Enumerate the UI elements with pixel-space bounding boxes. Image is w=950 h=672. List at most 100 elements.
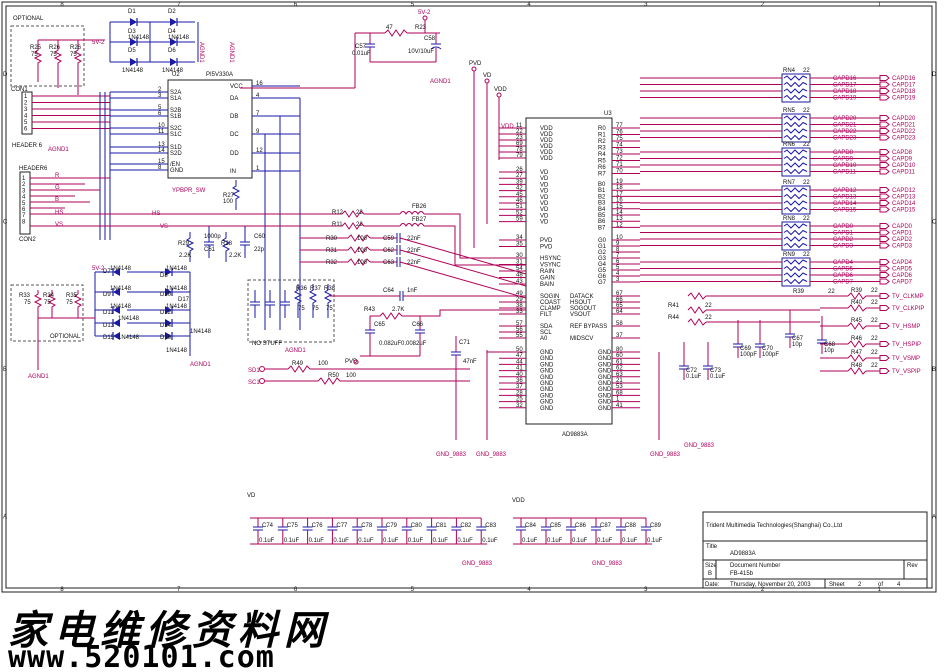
svg-text:Sheet: Sheet bbox=[829, 582, 845, 588]
zone-col-mark: 7 bbox=[177, 2, 181, 8]
svg-text:OPTIONAL: OPTIONAL bbox=[50, 334, 81, 340]
zone-row-mark: B bbox=[3, 367, 7, 373]
svg-text:C65: C65 bbox=[374, 322, 386, 328]
svg-text:C83: C83 bbox=[485, 523, 497, 529]
svg-text:GND_9883: GND_9883 bbox=[684, 443, 715, 449]
svg-text:0.1uF: 0.1uF bbox=[259, 538, 275, 544]
svg-text:Document Number: Document Number bbox=[730, 563, 780, 569]
svg-text:75: 75 bbox=[50, 52, 57, 58]
svg-text:SC1: SC1 bbox=[248, 380, 260, 386]
svg-text:GND: GND bbox=[540, 362, 554, 368]
capacitor-nostuff bbox=[280, 290, 290, 318]
sheet-title: AD9883A bbox=[730, 551, 756, 557]
svg-text:D13: D13 bbox=[103, 323, 115, 329]
svg-text:SD1: SD1 bbox=[248, 368, 260, 374]
svg-text:100: 100 bbox=[357, 236, 368, 242]
svg-text:AGND1: AGND1 bbox=[285, 348, 306, 354]
svg-text:C66: C66 bbox=[412, 322, 424, 328]
watermark-url: www.520101.com bbox=[8, 640, 275, 672]
sync-output: R48 22 TV_VSPIP bbox=[820, 363, 921, 375]
capacitor: C70100pF bbox=[755, 320, 779, 358]
resistor-r33: R3375 bbox=[19, 290, 43, 318]
sync-output: R39 22 TV_CLKMP bbox=[820, 288, 924, 300]
svg-text:CAPD22: CAPD22 bbox=[892, 129, 916, 135]
svg-text:VDD: VDD bbox=[512, 498, 525, 504]
svg-text:75: 75 bbox=[312, 306, 319, 312]
svg-text:10p: 10p bbox=[792, 342, 803, 348]
decoupling-capacitor: C88 0.1uF bbox=[616, 518, 638, 544]
svg-text:CAPD8: CAPD8 bbox=[892, 150, 913, 156]
svg-text:CAPD13: CAPD13 bbox=[892, 195, 916, 201]
svg-text:22: 22 bbox=[705, 315, 712, 321]
svg-text:C63: C63 bbox=[383, 260, 395, 266]
svg-text:R39: R39 bbox=[793, 289, 805, 295]
svg-text:HS: HS bbox=[55, 210, 63, 216]
svg-text:R0: R0 bbox=[598, 126, 606, 132]
svg-text:AGND1: AGND1 bbox=[228, 42, 234, 63]
zone-row-mark: A bbox=[932, 514, 936, 520]
svg-text:D8: D8 bbox=[160, 273, 168, 279]
svg-text:B6: B6 bbox=[598, 219, 606, 225]
svg-text:VDD: VDD bbox=[494, 87, 507, 93]
svg-text:22nF: 22nF bbox=[407, 260, 421, 266]
svg-text:22: 22 bbox=[803, 68, 810, 74]
svg-text:0.1uF: 0.1uF bbox=[686, 374, 702, 380]
i2c-sda-net: SD1 R49 100 bbox=[248, 361, 470, 374]
svg-text:0.1uF: 0.1uF bbox=[309, 538, 325, 544]
svg-text:0.1uF: 0.1uF bbox=[572, 538, 588, 544]
svg-text:CAPD16: CAPD16 bbox=[833, 76, 857, 82]
svg-text:VSOUT: VSOUT bbox=[570, 312, 591, 318]
capacitor-c60: C60 22p bbox=[240, 226, 266, 258]
svg-text:FB26: FB26 bbox=[412, 204, 427, 210]
svg-text:RAIN: RAIN bbox=[540, 269, 554, 275]
zone-row-mark: D bbox=[3, 72, 8, 78]
svg-text:CAPD18: CAPD18 bbox=[892, 89, 916, 95]
svg-text:VD: VD bbox=[540, 213, 549, 219]
svg-text:VD: VD bbox=[540, 170, 549, 176]
svg-text:RN8: RN8 bbox=[783, 216, 796, 222]
svg-text:22nF: 22nF bbox=[407, 236, 421, 242]
svg-text:GND: GND bbox=[540, 393, 554, 399]
svg-text:0.1uF: 0.1uF bbox=[522, 538, 538, 544]
svg-text:DB: DB bbox=[230, 114, 238, 120]
svg-text:of: of bbox=[878, 582, 883, 588]
svg-text:C87: C87 bbox=[600, 523, 612, 529]
svg-text:D2: D2 bbox=[168, 9, 176, 15]
svg-text:D11: D11 bbox=[103, 310, 114, 316]
ferrite-fb27: FB27 bbox=[399, 217, 427, 227]
svg-text:AD9883A: AD9883A bbox=[562, 432, 588, 438]
output-data-section: RN4 22CAPD16 CAPD16CAPD17 CAPD17CAPD18 CAPD1… bbox=[640, 68, 924, 458]
i2c-scl-net: SC1 R50 100 bbox=[248, 373, 470, 386]
svg-text:0.1uF: 0.1uF bbox=[647, 538, 663, 544]
svg-text:CAPD14: CAPD14 bbox=[892, 201, 916, 207]
svg-text:22: 22 bbox=[803, 216, 810, 222]
svg-text:R49: R49 bbox=[292, 361, 304, 367]
svg-text:CAPD2: CAPD2 bbox=[833, 237, 854, 243]
zone-col-mark: 1 bbox=[878, 2, 882, 8]
svg-text:B3: B3 bbox=[598, 201, 606, 207]
svg-text:CAPD15: CAPD15 bbox=[833, 208, 857, 214]
svg-text:NO STUFF: NO STUFF bbox=[252, 341, 282, 347]
svg-text:R1: R1 bbox=[598, 133, 606, 139]
svg-text:C86: C86 bbox=[575, 523, 587, 529]
capacitor-nostuff bbox=[250, 290, 260, 318]
sheet-date: Thursday, November 20, 2003 bbox=[730, 582, 811, 588]
svg-text:CAPD20: CAPD20 bbox=[833, 116, 857, 122]
capacitor-nostuff bbox=[265, 290, 275, 318]
svg-text:PVD: PVD bbox=[469, 61, 482, 67]
resistor-r26b: R2675 bbox=[70, 45, 83, 70]
svg-text:CAPD19: CAPD19 bbox=[892, 96, 916, 102]
svg-text:C82: C82 bbox=[460, 523, 472, 529]
zone-row-mark: C bbox=[3, 219, 8, 225]
sync-output: R47 22 TV_VSMP bbox=[820, 350, 920, 362]
svg-text:AGND1: AGND1 bbox=[190, 362, 211, 368]
svg-text:FILT: FILT bbox=[540, 312, 552, 318]
svg-text:R50: R50 bbox=[328, 373, 340, 379]
svg-text:DD: DD bbox=[230, 151, 239, 157]
svg-text:DC: DC bbox=[230, 132, 239, 138]
svg-text:CAPD5: CAPD5 bbox=[833, 267, 854, 273]
svg-text:VD: VD bbox=[540, 195, 549, 201]
decoupling-capacitor: C83 0.1uF bbox=[476, 518, 498, 544]
svg-text:VD: VD bbox=[483, 73, 492, 79]
svg-text:22: 22 bbox=[871, 350, 878, 356]
